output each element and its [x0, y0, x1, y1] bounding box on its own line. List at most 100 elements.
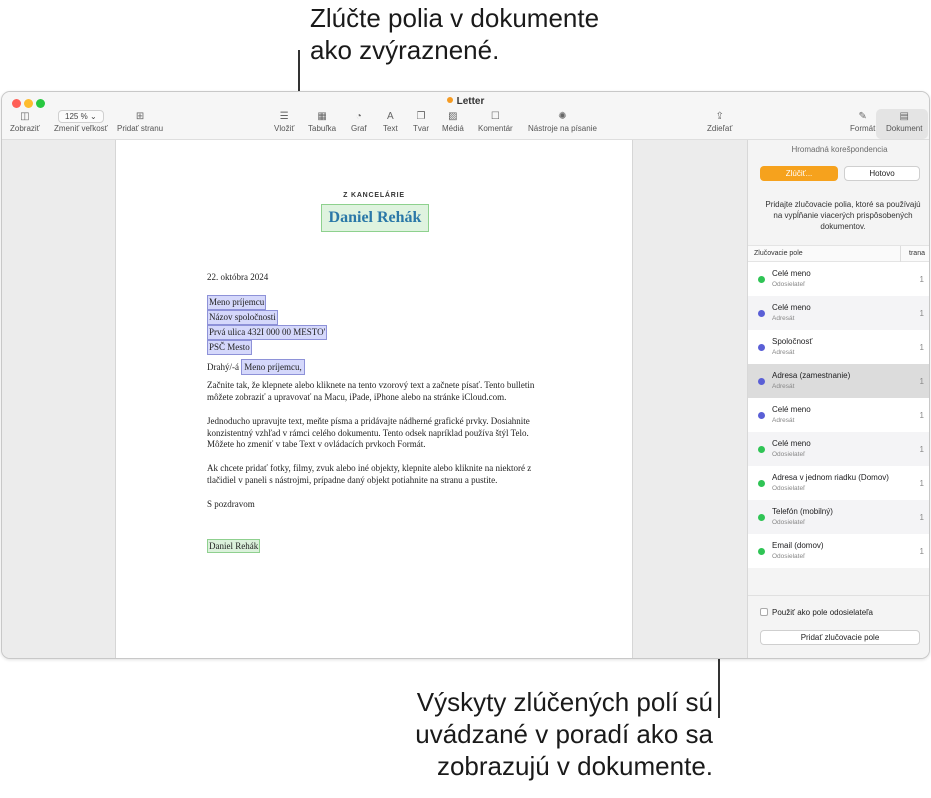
body-paragraph-3: Ak chcete pridať fotky, filmy, zvuk aleb…	[207, 463, 532, 485]
sidebar-description: Pridajte zlučovacie polia, ktoré sa použ…	[765, 200, 921, 231]
merge-field-row[interactable]: Celé meno Adresát 1	[748, 398, 929, 432]
field-source: Adresát	[772, 349, 795, 356]
chevron-down-icon: ⌄	[89, 112, 97, 121]
callout-occurrences: Výskyty zlúčených polí sú uvádzané v por…	[353, 686, 713, 782]
share-icon: ⇪	[715, 111, 724, 122]
callout-merge-fields: Zlúčte polia v dokumente ako zvýraznené.	[310, 2, 670, 66]
field-count: 1	[919, 343, 924, 352]
body-paragraph-1: Začnite tak, že klepnete alebo kliknete …	[207, 380, 535, 402]
share-button[interactable]: ⇪ Zdieľať	[707, 110, 732, 133]
checkbox-icon[interactable]	[760, 608, 768, 616]
writing-tools-button[interactable]: ✺ Nástroje na písanie	[528, 110, 597, 133]
street-field[interactable]: Prvá ulica 432I 000 00 MESTO'	[207, 325, 328, 340]
recipient-name-field[interactable]: Meno príjemcu	[207, 295, 267, 310]
field-source: Adresát	[772, 417, 795, 424]
chart-icon: ◔	[355, 111, 362, 122]
greeting: Drahý/-á Meno príjemcu,	[207, 359, 305, 375]
merge-field-row[interactable]: Celé meno Odosielateľ 1	[748, 432, 929, 466]
column-merge-field[interactable]: Zlučovacie pole	[754, 246, 803, 262]
closing: S pozdravom	[207, 499, 255, 509]
add-page-button[interactable]: ⊞ Pridať stranu	[117, 110, 163, 133]
callout-top-line-1: Zlúčte polia v dokumente	[310, 3, 600, 33]
field-name: Email (domov)	[772, 541, 824, 550]
format-button[interactable]: ✎ Formát	[850, 110, 875, 133]
document-icon	[446, 97, 453, 103]
shape-button[interactable]: ❐ Tvar	[413, 110, 429, 133]
merge-field-row[interactable]: Adresa v jednom riadku (Domov) Odosielate…	[748, 466, 929, 500]
field-count: 1	[919, 513, 924, 522]
field-color-dot-icon	[758, 548, 765, 555]
shape-icon: ❐	[416, 111, 426, 122]
document-icon: ▤	[899, 111, 909, 122]
field-count: 1	[919, 275, 924, 284]
add-merge-field-button[interactable]: Pridať zlučovacie pole	[760, 630, 920, 645]
use-as-sender-checkbox[interactable]: Použiť ako pole odosielateľa	[760, 608, 873, 618]
merge-field-row[interactable]: Celé meno Odosielateľ 1	[748, 262, 929, 296]
signature-field[interactable]: Daniel Rehák	[207, 539, 261, 553]
document-button[interactable]: ▤ Dokument	[886, 110, 922, 133]
add-page-icon: ⊞	[135, 111, 145, 122]
merge-field-row[interactable]: Celé meno Adresát 1	[748, 296, 929, 330]
greeting-recipient-field[interactable]: Meno príjemcu,	[241, 359, 305, 375]
field-count: 1	[919, 309, 924, 318]
merge-field-row[interactable]: Email (domov) Odosielateľ 1	[748, 534, 929, 568]
merge-field-row[interactable]: Spoločnosť Adresát 1	[748, 330, 929, 364]
column-page[interactable]: trana	[900, 246, 925, 262]
text-icon: A	[387, 111, 394, 122]
format-brush-icon: ✎	[858, 111, 867, 122]
field-name: Celé meno	[772, 269, 811, 278]
greeting-prefix: Drahý/-á	[207, 362, 239, 372]
field-color-dot-icon	[758, 344, 765, 351]
field-color-dot-icon	[758, 276, 765, 283]
insert-icon: ☰	[279, 111, 289, 122]
field-count: 1	[919, 411, 924, 420]
toolbar: Letter ◫ Zobraziť 125 % ⌄ Zmeniť veľkosť ⊞…	[2, 92, 929, 140]
document-canvas[interactable]: Z KANCELÁRIE Daniel Rehák 22. októbra 20…	[2, 140, 747, 658]
done-button[interactable]: Hotovo	[844, 166, 920, 181]
text-button[interactable]: A Text	[383, 110, 398, 133]
zoom-button[interactable]: 125 % ⌄ Zmeniť veľkosť	[54, 110, 108, 133]
field-source: Odosielateľ	[772, 519, 805, 526]
field-color-dot-icon	[758, 446, 765, 453]
mail-merge-sidebar: Hromadná korešpondencia Zlúčiť... Hotovo…	[747, 140, 929, 658]
callout-bottom-line-2: uvádzané v poradí ako sa	[415, 719, 713, 749]
field-name: Celé meno	[772, 303, 811, 312]
zoom-select[interactable]: 125 % ⌄	[58, 110, 104, 123]
recipient-address: Meno príjemcu Názov spoločnosti Prvá uli…	[207, 295, 328, 355]
field-source: Odosielateľ	[772, 281, 805, 288]
field-source: Adresát	[772, 383, 795, 390]
callout-bottom-line-1: Výskyty zlúčených polí sú	[416, 687, 713, 717]
chart-button[interactable]: ◔ Graf	[351, 110, 367, 133]
document-page[interactable]: Z KANCELÁRIE Daniel Rehák 22. októbra 20…	[115, 140, 633, 658]
pages-window: Letter ◫ Zobraziť 125 % ⌄ Zmeniť veľkosť ⊞…	[1, 91, 930, 659]
field-name: Adresa v jednom riadku (Domov)	[772, 473, 889, 482]
insert-button[interactable]: ☰ Vložiť	[274, 110, 294, 133]
comment-button[interactable]: ☐ Komentár	[478, 110, 513, 133]
writing-tools-icon: ✺	[558, 111, 567, 122]
field-color-dot-icon	[758, 378, 765, 385]
field-color-dot-icon	[758, 310, 765, 317]
sender-name-field[interactable]: Daniel Rehák	[321, 204, 429, 232]
letter-date: 22. októbra 2024	[207, 272, 269, 282]
field-count: 1	[919, 547, 924, 556]
table-button[interactable]: ▦ Tabuľka	[308, 110, 336, 133]
merge-field-list: Celé meno Odosielateľ 1 Celé meno Adresát 1 Sp…	[748, 262, 929, 568]
field-source: Odosielateľ	[772, 485, 805, 492]
postal-field[interactable]: PSČ Mesto	[207, 340, 252, 355]
merge-field-row[interactable]: Adresa (zamestnanie) Adresát 1	[748, 364, 929, 398]
field-count: 1	[919, 377, 924, 386]
merge-button[interactable]: Zlúčiť...	[760, 166, 838, 181]
field-color-dot-icon	[758, 412, 765, 419]
table-icon: ▦	[317, 111, 327, 122]
callout-bottom-line-3: zobrazujú v dokumente.	[436, 751, 713, 781]
field-source: Adresát	[772, 315, 795, 322]
view-button[interactable]: ◫ Zobraziť	[10, 110, 40, 133]
field-source: Odosielateľ	[772, 451, 805, 458]
merge-field-row[interactable]: Telefón (mobilný) Odosielateľ 1	[748, 500, 929, 534]
from-label: Z KANCELÁRIE	[343, 192, 405, 199]
comment-icon: ☐	[490, 111, 500, 122]
field-color-dot-icon	[758, 514, 765, 521]
media-button[interactable]: ▨ Médiá	[442, 110, 464, 133]
company-field[interactable]: Názov spoločnosti	[207, 310, 278, 325]
field-color-dot-icon	[758, 480, 765, 487]
